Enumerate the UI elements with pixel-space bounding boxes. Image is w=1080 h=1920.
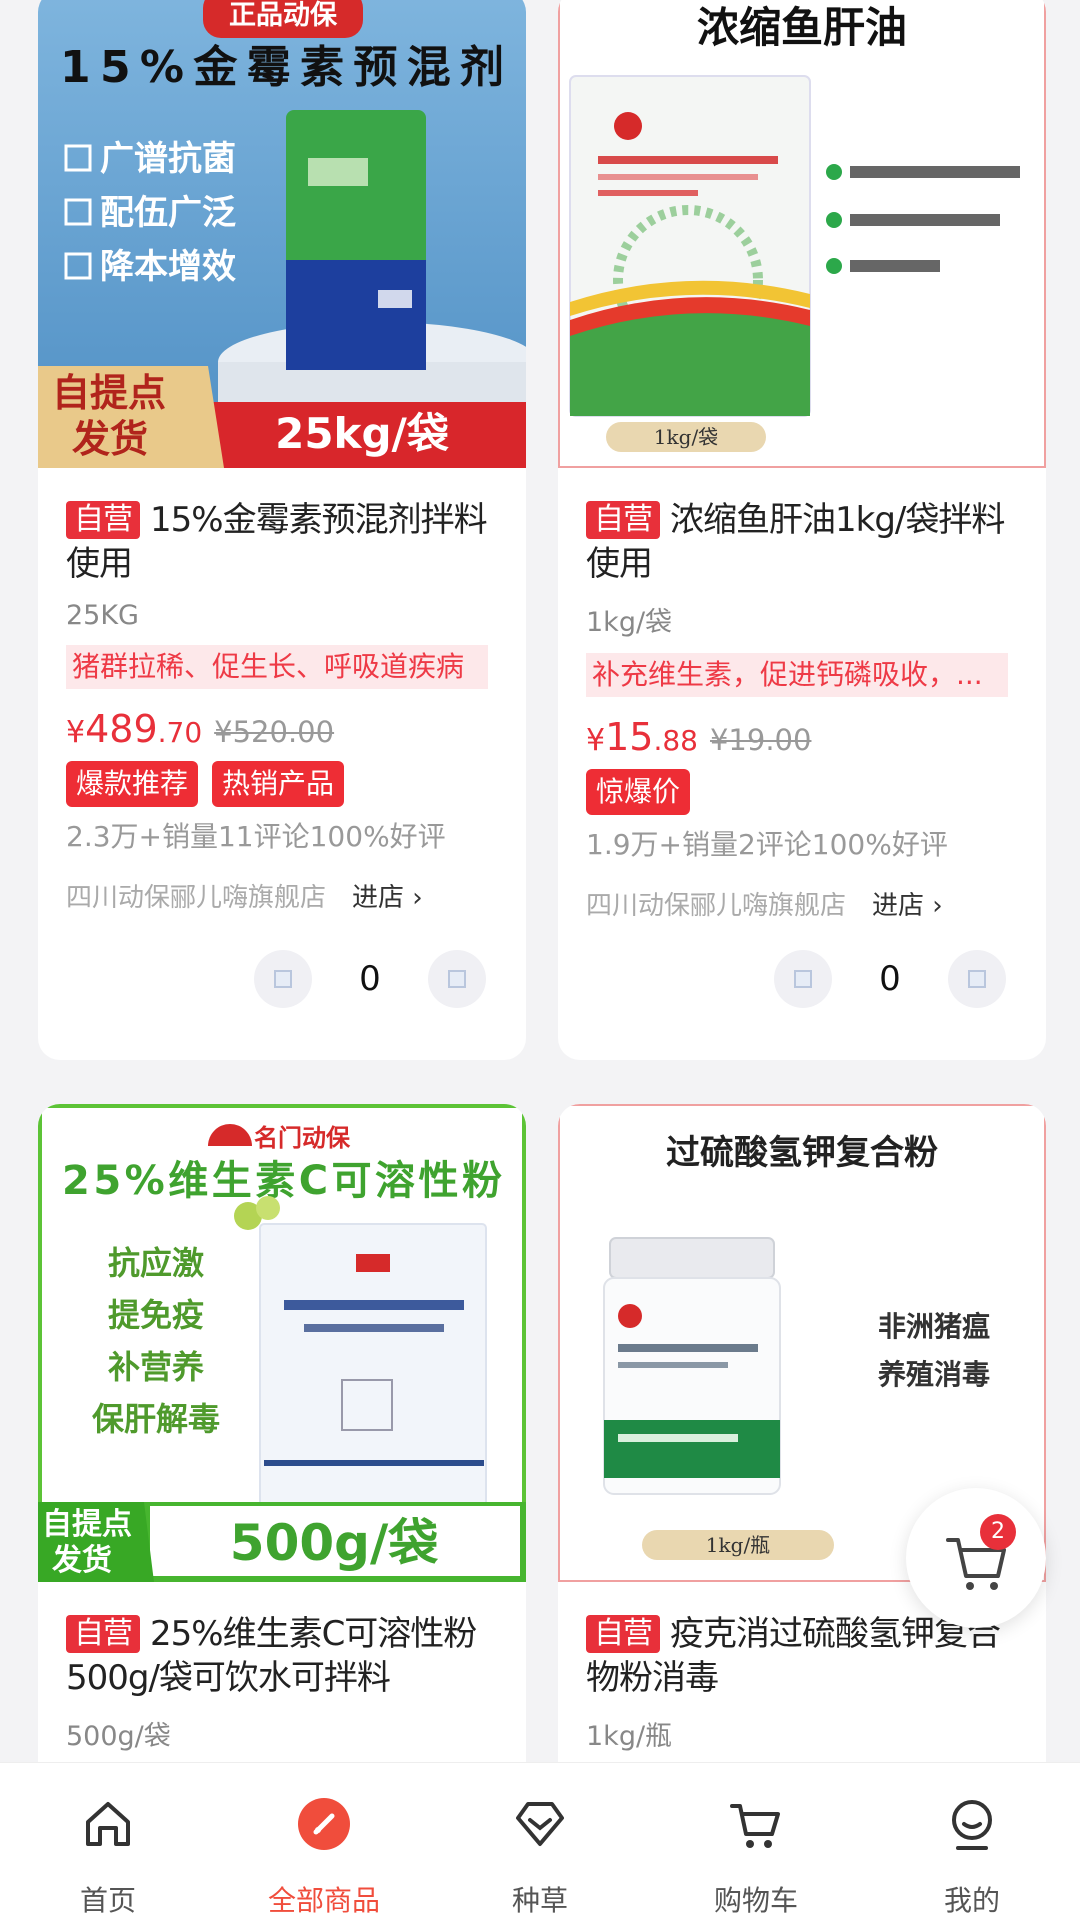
image-bullet: 抗应激 [108, 1244, 204, 1282]
image-headline: 过硫酸氢钾复合粉 [666, 1133, 938, 1173]
image-pack-text: 1kg/瓶 [706, 1533, 770, 1557]
tab-mine[interactable]: 我的 [864, 1763, 1080, 1920]
image-bullet: 广谱抗菌 [100, 139, 236, 179]
image-corner-text: 发货 [72, 416, 148, 461]
increase-button[interactable] [948, 950, 1006, 1008]
promo-badges: 惊爆价 [586, 769, 1018, 815]
image-pack-text: 25kg/袋 [275, 409, 449, 458]
enter-shop-link[interactable]: 进店 › [872, 885, 943, 922]
product-card[interactable]: 过硫酸氢钾复合粉 1kg/瓶 非洲猪瘟 养殖消毒 自营 疫克消过硫酸氢钾复合物粉… [558, 1104, 1046, 1804]
sales-stats: 1.9万+销量2评论100%好评 [586, 828, 948, 861]
floating-cart-button[interactable]: 2 [906, 1488, 1046, 1628]
increase-button[interactable] [428, 950, 486, 1008]
quantity-stepper: 0 [774, 950, 1006, 1008]
chevron-right-icon: › [412, 883, 423, 913]
original-price: ¥19.00 [709, 723, 812, 757]
chevron-right-icon: › [932, 891, 943, 921]
cart-icon [946, 1538, 1006, 1590]
tab-cart[interactable]: 购物车 [648, 1763, 864, 1920]
home-icon [73, 1789, 143, 1859]
enter-shop-link[interactable]: 进店 › [352, 877, 423, 914]
product-card[interactable]: 浓缩鱼肝油 1kg/袋 自营 浓缩鱼肝油1kg/袋拌料使用 1kg/袋 补充维生… [558, 0, 1046, 1060]
image-corner-text: 自提点 [42, 1507, 132, 1542]
quantity-value: 0 [359, 959, 381, 999]
image-corner-text: 自提点 [52, 370, 166, 415]
image-bullet: 配伍广泛 [100, 193, 236, 233]
product-image[interactable]: 浓缩鱼肝油 1kg/袋 [558, 0, 1046, 468]
shop-row: 四川动保郦儿嗨旗舰店 进店 › [586, 885, 1018, 922]
bottom-tab-bar: 首页 全部商品 种草 购物车 我的 [0, 1762, 1080, 1920]
image-corner-text: 发货 [51, 1543, 112, 1578]
decrease-button[interactable] [254, 950, 312, 1008]
cart-count-badge: 2 [980, 1514, 1016, 1550]
product-card[interactable]: 名门动保 25%维生素C可溶性粉 抗应激 提免疫 补营养 保肝解毒 自提点 发货… [38, 1104, 526, 1804]
sales-stats: 2.3万+销量11评论100%好评 [66, 820, 446, 853]
decrease-button[interactable] [774, 950, 832, 1008]
image-bullet: 降本增效 [100, 247, 236, 287]
image-brand-text: 名门动保 [254, 1124, 351, 1152]
image-headline: 25%维生素C可溶性粉 [62, 1158, 502, 1204]
tab-grass[interactable]: 种草 [432, 1763, 648, 1920]
product-title[interactable]: 自营 15%金霉素预混剂拌料使用 [66, 498, 498, 586]
minus-icon [794, 970, 812, 988]
image-bullet: 提免疫 [108, 1296, 204, 1334]
self-operated-tag: 自营 [66, 1615, 140, 1653]
self-operated-tag: 自营 [586, 1615, 660, 1653]
image-pack-text: 1kg/袋 [654, 425, 718, 449]
product-spec: 25KG [66, 600, 139, 631]
image-headline: 浓缩鱼肝油 [697, 3, 907, 52]
promo-badge: 惊爆价 [586, 769, 691, 815]
image-bullet: 保肝解毒 [92, 1400, 220, 1438]
product-spec: 1kg/袋 [586, 607, 673, 638]
cart-icon [721, 1789, 791, 1859]
plus-icon [448, 970, 466, 988]
product-list-page: 正品动保 15%金霉素预混剂 广谱抗菌 配伍广泛 降本增效 自提点 发货 25k… [0, 0, 1080, 1920]
image-ribbon-text: 正品动保 [229, 0, 338, 31]
original-price: ¥520.00 [214, 715, 335, 749]
image-bullet: 补营养 [108, 1348, 204, 1386]
shop-row: 四川动保郦儿嗨旗舰店 进店 › [66, 877, 498, 914]
image-headline: 15%金霉素预混剂 [60, 42, 504, 93]
promo-badge: 热销产品 [212, 761, 345, 807]
heart-diamond-icon [505, 1789, 575, 1859]
price-row: ¥489.70 ¥520.00 [66, 699, 498, 751]
product-title[interactable]: 自营 25%维生素C可溶性粉500g/袋可饮水可拌料 [66, 1612, 498, 1700]
shop-name: 四川动保郦儿嗨旗舰店 [586, 891, 847, 921]
plus-icon [968, 970, 986, 988]
tab-all-products[interactable]: 全部商品 [216, 1763, 432, 1920]
product-title[interactable]: 自营 浓缩鱼肝油1kg/袋拌料使用 [586, 498, 1018, 586]
sale-price: ¥489.70 [66, 707, 203, 751]
image-side-text: 非洲猪瘟 [878, 1310, 990, 1343]
product-image[interactable]: 正品动保 15%金霉素预混剂 广谱抗菌 配伍广泛 降本增效 自提点 发货 25k… [38, 0, 526, 468]
sale-price: ¥15.88 [586, 715, 698, 759]
compass-icon [289, 1789, 359, 1859]
shop-name: 四川动保郦儿嗨旗舰店 [66, 883, 327, 913]
price-row: ¥15.88 ¥19.00 [586, 707, 1018, 759]
product-desc: 猪群拉稀、促生长、呼吸道疾病 [66, 645, 488, 689]
quantity-value: 0 [879, 959, 901, 999]
product-image[interactable]: 名门动保 25%维生素C可溶性粉 抗应激 提免疫 补营养 保肝解毒 自提点 发货… [38, 1104, 526, 1582]
promo-badge: 爆款推荐 [66, 761, 199, 807]
image-side-text: 养殖消毒 [878, 1358, 990, 1391]
tab-home[interactable]: 首页 [0, 1763, 216, 1920]
product-spec: 1kg/瓶 [586, 1721, 673, 1752]
user-icon [937, 1789, 1007, 1859]
product-spec: 500g/袋 [66, 1721, 171, 1752]
product-card[interactable]: 正品动保 15%金霉素预混剂 广谱抗菌 配伍广泛 降本增效 自提点 发货 25k… [38, 0, 526, 1060]
self-operated-tag: 自营 [586, 501, 660, 539]
self-operated-tag: 自营 [66, 501, 140, 539]
product-desc: 补充维生素，促进钙磷吸收，... [586, 653, 1008, 697]
minus-icon [274, 970, 292, 988]
quantity-stepper: 0 [254, 950, 486, 1008]
image-pack-text: 500g/袋 [230, 1514, 438, 1572]
promo-badges: 爆款推荐 热销产品 [66, 761, 498, 807]
